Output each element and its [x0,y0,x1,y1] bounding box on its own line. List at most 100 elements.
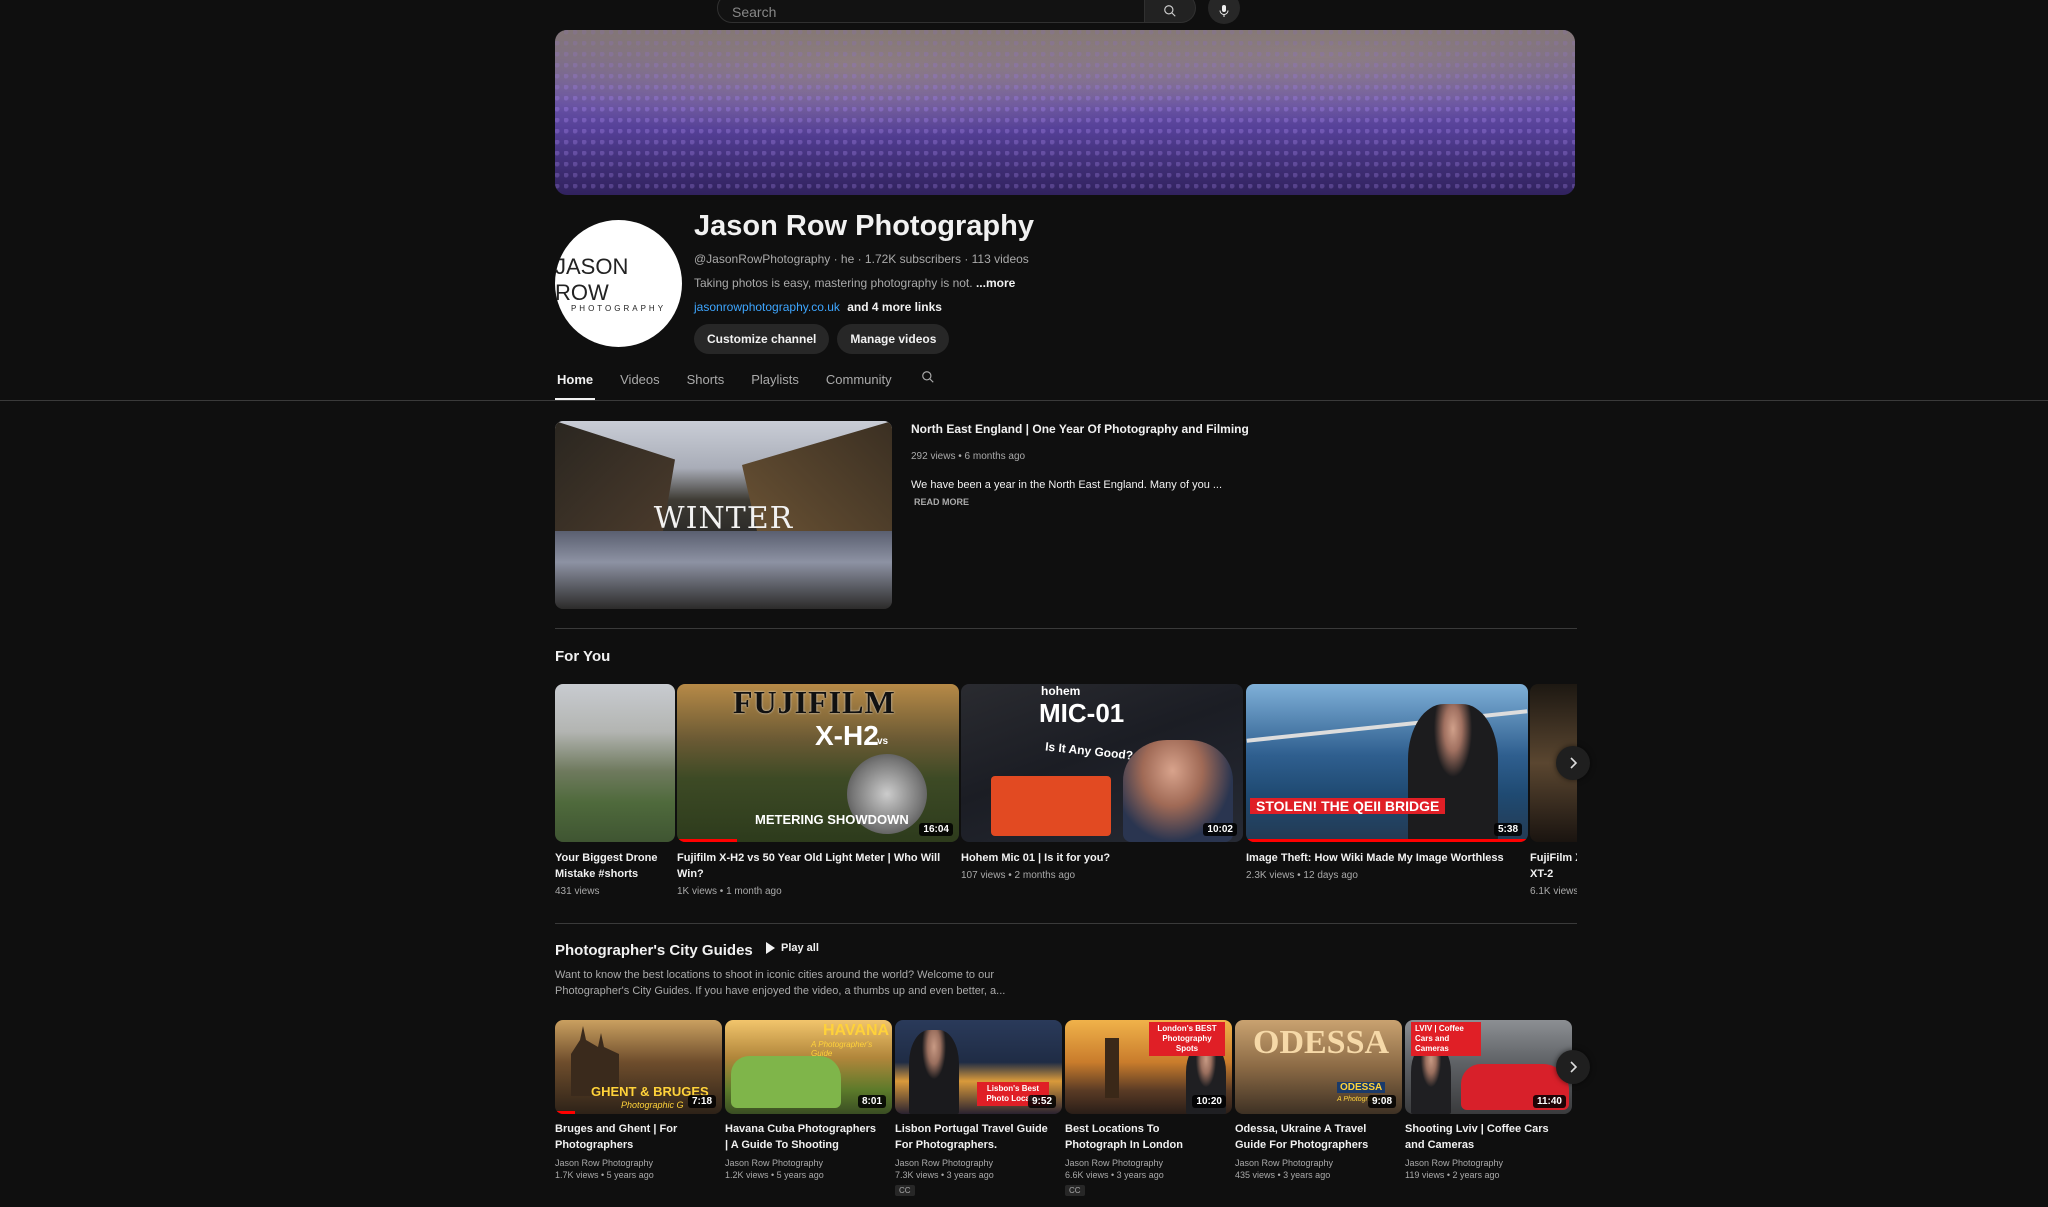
chevron-right-icon [1570,757,1578,769]
video-channel[interactable]: Jason Row Photography [725,1158,892,1168]
video-meta: 435 views • 3 years ago [1235,1170,1331,1180]
playlist-video-card[interactable]: GHENT & BRUGES Photographic G 7:18 Bruge… [555,1020,722,1180]
thumb-text: STOLEN! THE QEII BRIDGE [1250,798,1446,814]
closed-captions-badge: CC [895,1185,915,1196]
thumb-text: X-H2 [815,720,879,751]
thumb-text: ODESSA [1337,1082,1386,1093]
video-duration: 16:04 [919,823,953,836]
video-thumbnail[interactable]: Lisbon's Best Photo Locatio 9:52 [895,1020,1062,1114]
tab-playlists[interactable]: Playlists [749,372,801,400]
thumb-person [1408,704,1498,842]
thumb-text: ODESSA [1253,1024,1390,1061]
channel-search-button[interactable] [921,370,935,400]
search-input[interactable]: Search [717,0,1145,23]
channel-website-link[interactable]: jasonrowphotography.co.uk [694,300,840,314]
video-title: Havana Cuba Photographers | A Guide To Sh… [725,1123,876,1151]
section-divider [555,923,1577,924]
video-thumbnail[interactable]: HAVANA A Photographer's Guide 8:01 [725,1020,892,1114]
manage-videos-button[interactable]: Manage videos [837,324,950,354]
thumb-person [909,1030,959,1114]
video-card[interactable]: STOLEN! THE QEII BRIDGE 5:38 Image Theft… [1246,684,1528,881]
playlist-heading[interactable]: Photographer's City Guides [555,942,753,959]
read-more-button[interactable]: READ MORE [914,497,969,507]
video-title: FujiFilm XXT-2 [1530,852,1577,880]
video-channel[interactable]: Jason Row Photography [895,1158,1062,1168]
video-title: Hohem Mic 01 | Is it for you? [961,852,1111,864]
video-meta: 1.2K views • 5 years ago [725,1170,824,1180]
play-icon [766,942,775,954]
thumb-text: FUJIFILM [733,684,896,720]
search-button[interactable] [1145,0,1196,23]
video-duration: 8:01 [857,1095,886,1108]
playlist-video-card[interactable]: LVIV | Coffee Cars and Cameras 11:40 Sho… [1405,1020,1572,1180]
featured-video-thumbnail[interactable]: WINTER [555,421,892,609]
video-title: Shooting Lviv | Coffee Cars and Cameras [1405,1123,1549,1151]
banner-shading [555,30,1575,195]
thumb-text: London's BEST Photography Spots [1149,1022,1225,1056]
video-title: Best Locations To Photograph In London [1065,1123,1183,1151]
video-card[interactable]: FujiFilm XXT-2 6.1K views [1530,684,1577,897]
playlist-video-card[interactable]: ODESSA ODESSA A Photographer's 9:08 Odes… [1235,1020,1402,1180]
customize-channel-button[interactable]: Customize channel [694,324,830,354]
play-all-button[interactable]: Play all [765,942,819,954]
play-all-label: Play all [781,942,819,954]
tab-community[interactable]: Community [824,372,894,400]
thumb-text: A Photographer's Guide [811,1040,873,1058]
video-thumbnail[interactable]: STOLEN! THE QEII BRIDGE 5:38 [1246,684,1528,842]
tab-home[interactable]: Home [555,372,596,400]
tab-shorts[interactable]: Shorts [685,372,727,400]
video-duration: 9:08 [1367,1095,1396,1108]
avatar-logo-text: JASON ROW [555,254,629,305]
chevron-right-icon [1570,1061,1578,1073]
featured-video-meta: 292 views • 6 months ago [911,451,1026,462]
description-more-link[interactable]: ...more [976,276,1015,290]
video-duration: 10:20 [1192,1095,1226,1108]
thumb-text: Is It Any Good? [1044,739,1134,763]
video-thumbnail[interactable]: FUJIFILM X-H2 vs METERING SHOWDOWN 16:04 [677,684,959,842]
thumb-text: LVIV | Coffee Cars and Cameras [1411,1022,1481,1056]
mic-icon [1219,5,1229,17]
thumb-car [731,1056,841,1108]
for-you-next-button[interactable] [1556,746,1590,780]
featured-video-title[interactable]: North East England | One Year Of Photogr… [911,422,1249,436]
channel-avatar[interactable]: JASON ROW PHOTOGRAPHY [555,220,682,347]
video-thumbnail[interactable]: ODESSA ODESSA A Photographer's 9:08 [1235,1020,1402,1114]
playlist-next-button[interactable] [1556,1050,1590,1084]
for-you-heading: For You [555,648,611,665]
video-card[interactable]: Your Biggest Drone Mistake #shorts 431 vi… [555,684,675,897]
voice-search-button[interactable] [1208,0,1240,24]
video-thumbnail[interactable]: GHENT & BRUGES Photographic G 7:18 [555,1020,722,1114]
video-channel[interactable]: Jason Row Photography [1235,1158,1402,1168]
channel-description[interactable]: Taking photos is easy, mastering photogr… [694,276,1015,290]
search-bar: Search [717,0,1240,24]
video-meta: 7.3K views • 3 years ago [895,1170,994,1180]
more-links-button[interactable]: and 4 more links [847,300,942,314]
video-thumbnail[interactable]: London's BEST Photography Spots 10:20 [1065,1020,1232,1114]
video-thumbnail[interactable]: hohem MIC-01 Is It Any Good? 10:02 [961,684,1243,842]
tab-videos[interactable]: Videos [618,372,662,400]
video-thumbnail[interactable]: LVIV | Coffee Cars and Cameras 11:40 [1405,1020,1572,1114]
video-channel[interactable]: Jason Row Photography [1405,1158,1572,1168]
video-duration: 11:40 [1532,1095,1566,1108]
watch-progress [1246,839,1528,842]
video-duration: 10:02 [1203,823,1237,836]
playlist-video-card[interactable]: London's BEST Photography Spots 10:20 Be… [1065,1020,1232,1198]
video-title: Lisbon Portugal Travel Guide For Photogra… [895,1123,1048,1151]
thumb-text: METERING SHOWDOWN [755,812,909,827]
video-thumbnail[interactable] [555,684,675,842]
video-channel[interactable]: Jason Row Photography [1065,1158,1232,1168]
section-divider [555,628,1577,629]
video-card[interactable]: FUJIFILM X-H2 vs METERING SHOWDOWN 16:04… [677,684,959,897]
thumb-text: Photographic G [621,1100,684,1110]
playlist-video-card[interactable]: HAVANA A Photographer's Guide 8:01 Havan… [725,1020,892,1180]
video-card[interactable]: hohem MIC-01 Is It Any Good? 10:02 Hohem… [961,684,1243,881]
video-duration: 7:18 [687,1095,716,1108]
tabs-divider [0,400,2048,401]
featured-video-description: We have been a year in the North East En… [911,479,1223,491]
channel-name: Jason Row Photography [694,210,1034,242]
video-channel[interactable]: Jason Row Photography [555,1158,722,1168]
video-meta: 6.6K views • 3 years ago [1065,1170,1164,1180]
video-meta: 2.3K views • 12 days ago [1246,870,1358,881]
playlist-video-card[interactable]: Lisbon's Best Photo Locatio 9:52 Lisbon … [895,1020,1062,1198]
featured-thumb-text: WINTER [653,501,794,536]
